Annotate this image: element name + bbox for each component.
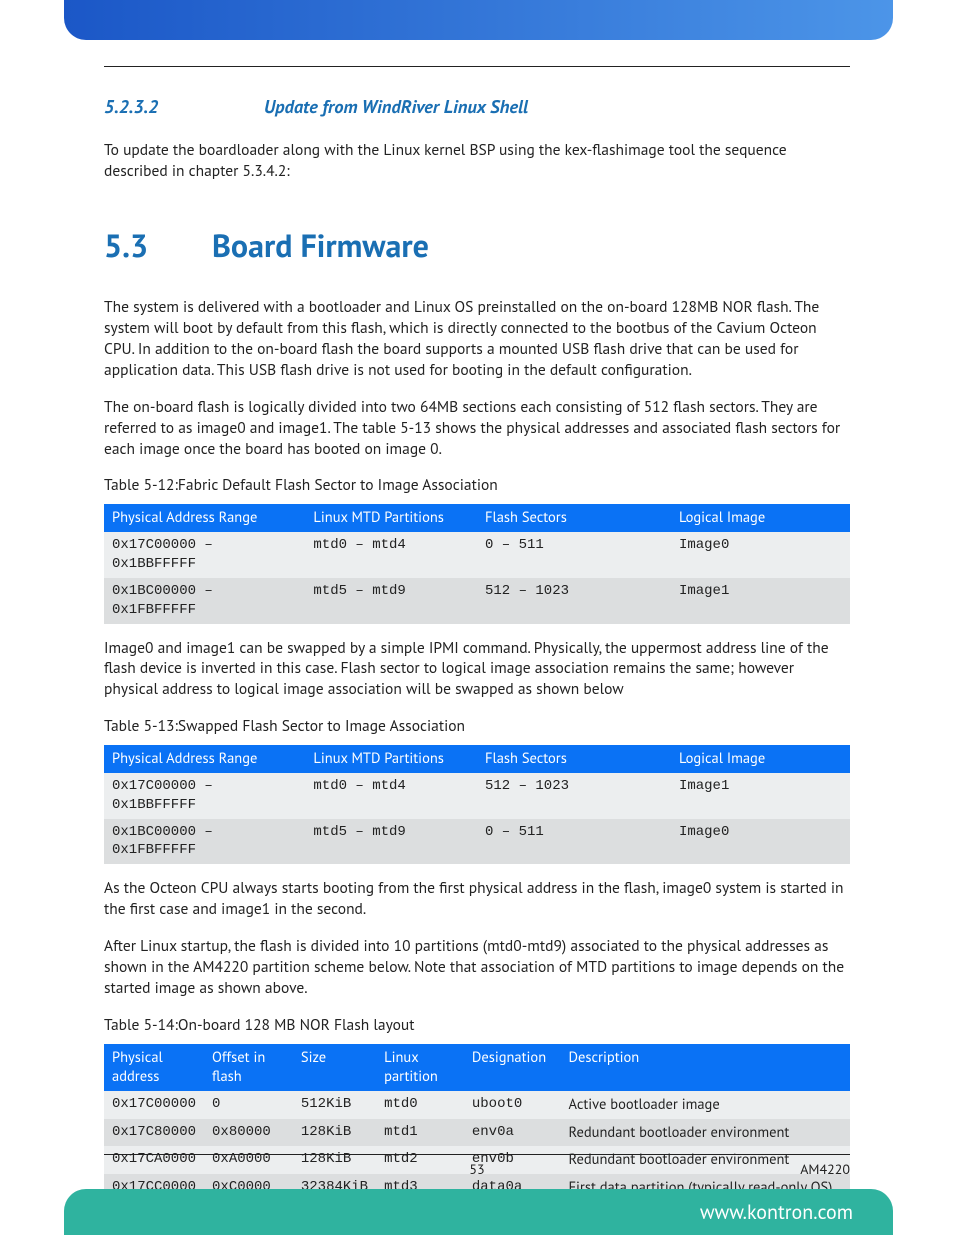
cell: Image1 <box>671 578 850 624</box>
cell: 512 – 1023 <box>477 578 671 624</box>
cell: mtd5 – mtd9 <box>305 578 477 624</box>
paragraph: The system is delivered with a bootloade… <box>104 297 850 381</box>
col-header: Designation <box>464 1044 561 1091</box>
cell: 0x17C80000 <box>104 1119 204 1147</box>
cell: mtd0 – mtd4 <box>305 773 477 819</box>
cell: Image0 <box>671 819 850 865</box>
cell: mtd5 – mtd9 <box>305 819 477 865</box>
cell: 0 <box>204 1091 293 1119</box>
cell: 128KiB <box>293 1119 376 1147</box>
cell: env0a <box>464 1119 561 1147</box>
table-caption: Table 5-13:Swapped Flash Sector to Image… <box>104 716 850 737</box>
section-title: Board Firmware <box>212 224 429 267</box>
table-row: 0x17C00000 – 0x1BBFFFFF mtd0 – mtd4 512 … <box>104 773 850 819</box>
col-header: Physical Address Range <box>104 745 305 773</box>
col-header: Logical Image <box>671 745 850 773</box>
cell: 0x1BC00000 – 0x1FBFFFFF <box>104 819 305 865</box>
col-header: Linux parti­tion <box>376 1044 464 1091</box>
table-5-13: Physical Address Range Linux MTD Partiti… <box>104 745 850 864</box>
col-header: Flash Sectors <box>477 504 671 532</box>
table-row: 0x17C00000 0 512KiB mtd0 uboot0 Active b… <box>104 1091 850 1119</box>
paragraph: To update the boardloader along with the… <box>104 140 850 182</box>
cell: Image1 <box>671 773 850 819</box>
subsection-title: Update from WindRiver Linux Shell <box>264 95 528 120</box>
cell: 0 – 511 <box>477 819 671 865</box>
col-header: Logical Image <box>671 504 850 532</box>
subsection-heading: 5.2.3.2 Update from WindRiver Linux Shel… <box>104 95 850 120</box>
cell: 0x17C00000 <box>104 1091 204 1119</box>
cell: 0x80000 <box>204 1119 293 1147</box>
col-header: Physical address <box>104 1044 204 1091</box>
bottom-banner: www.kontron.com <box>64 1189 893 1235</box>
paragraph: Image0 and image1 can be swapped by a si… <box>104 638 850 701</box>
page-content: 5.2.3.2 Update from WindRiver Linux Shel… <box>104 66 850 1201</box>
table-row: 0x1BC00000 – 0x1FBFFFFF mtd5 – mtd9 512 … <box>104 578 850 624</box>
cell: Active bootloader image <box>561 1091 850 1119</box>
col-header: Offset in flash <box>204 1044 293 1091</box>
cell: Redundant bootloader environment <box>561 1119 850 1147</box>
section-number: 5.3 <box>104 224 212 267</box>
col-header: Linux MTD Partitions <box>305 504 477 532</box>
table-5-12: Physical Address Range Linux MTD Partiti… <box>104 504 850 623</box>
cell: 0x17C00000 – 0x1BBFFFFF <box>104 773 305 819</box>
footer-rule <box>104 1154 850 1155</box>
col-header: Physical Address Range <box>104 504 305 532</box>
footer-url: www.kontron.com <box>700 1199 853 1226</box>
paragraph: The on-board flash is logically divided … <box>104 397 850 460</box>
table-row: 0x17C00000 – 0x1BBFFFFF mtd0 – mtd4 0 – … <box>104 532 850 578</box>
table-row: 0x1BC00000 – 0x1FBFFFFF mtd5 – mtd9 0 – … <box>104 819 850 865</box>
col-header: Size <box>293 1044 376 1091</box>
col-header: Description <box>561 1044 850 1091</box>
table-caption: Table 5-12:Fabric Default Flash Sector t… <box>104 475 850 496</box>
model-label: AM4220 <box>800 1160 850 1179</box>
cell: 512 – 1023 <box>477 773 671 819</box>
cell: 0x1BC00000 – 0x1FBFFFFF <box>104 578 305 624</box>
section-heading: 5.3 Board Firmware <box>104 224 850 267</box>
cell: mtd0 – mtd4 <box>305 532 477 578</box>
cell: 0x17C00000 – 0x1BBFFFFF <box>104 532 305 578</box>
subsection-number: 5.2.3.2 <box>104 95 264 120</box>
col-header: Flash Sectors <box>477 745 671 773</box>
col-header: Linux MTD Partitions <box>305 745 477 773</box>
table-row: 0x17C80000 0x80000 128KiB mtd1 env0a Red… <box>104 1119 850 1147</box>
cell: 0 – 511 <box>477 532 671 578</box>
header-rule <box>104 66 850 67</box>
cell: uboot0 <box>464 1091 561 1119</box>
paragraph: As the Octeon CPU always starts booting … <box>104 878 850 920</box>
cell: mtd1 <box>376 1119 464 1147</box>
top-banner <box>64 0 893 40</box>
cell: mtd0 <box>376 1091 464 1119</box>
paragraph: After Linux startup, the flash is divide… <box>104 936 850 999</box>
table-caption: Table 5-14:On-board 128 MB NOR Flash lay… <box>104 1015 850 1036</box>
cell: 512KiB <box>293 1091 376 1119</box>
cell: Image0 <box>671 532 850 578</box>
